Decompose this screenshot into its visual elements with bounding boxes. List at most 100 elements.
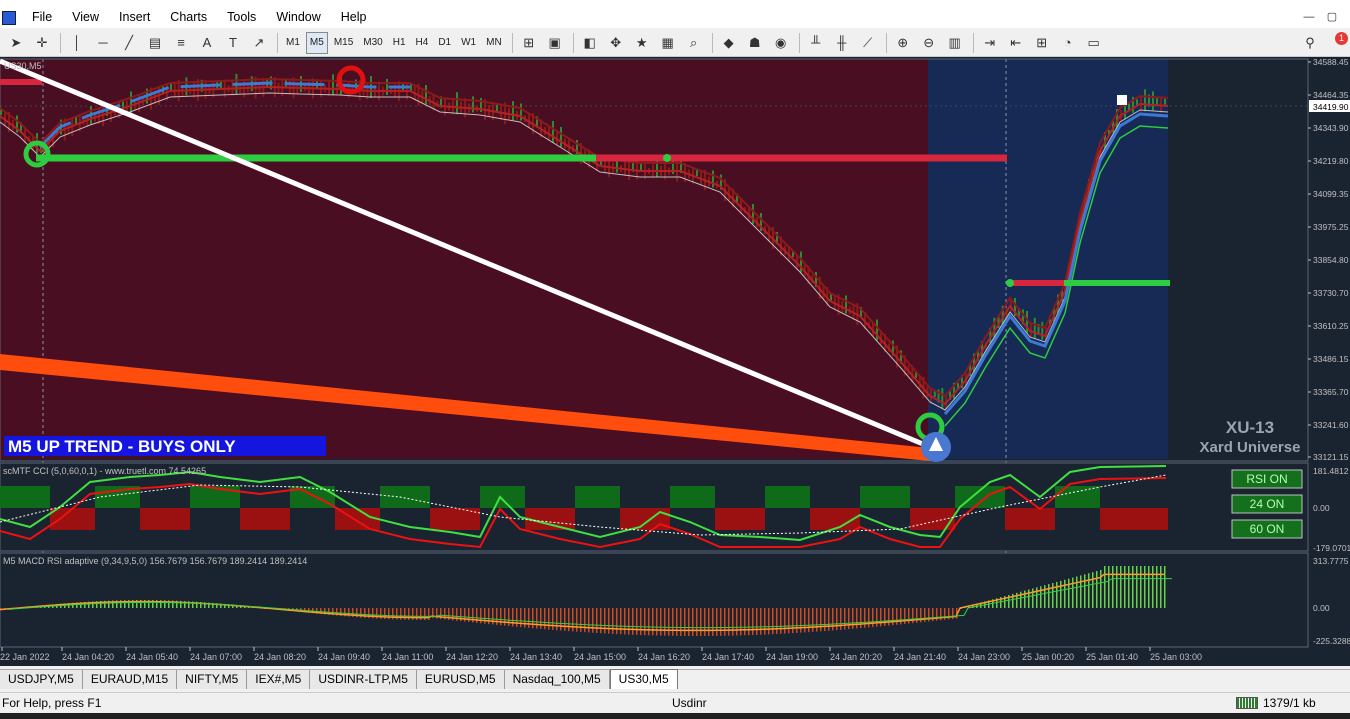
signals-icon[interactable]: ◉ [769, 32, 793, 54]
menu-file[interactable]: File [22, 7, 62, 28]
data-window-icon[interactable]: ▦ [656, 32, 680, 54]
connection-icon [1236, 697, 1258, 709]
macd-histogram-bar [792, 608, 794, 634]
favorites-icon[interactable]: ★ [630, 32, 654, 54]
periods-icon[interactable]: ◔ [1056, 32, 1080, 54]
macd-histogram-bar [828, 608, 830, 631]
tab-usdjpy[interactable]: USDJPY,M5 [0, 670, 83, 689]
candle [1041, 321, 1044, 340]
trendline-icon[interactable]: ╱ [117, 32, 141, 54]
macd-histogram-bar [888, 608, 890, 626]
cci-level-label: -179.0701 [1313, 543, 1350, 553]
new-order-icon[interactable]: ☗ [743, 32, 767, 54]
notifications-icon[interactable]: 1 [1324, 31, 1348, 54]
search-icon[interactable]: ⚲ [1298, 32, 1322, 54]
candle [512, 101, 514, 121]
macd-histogram-bar [916, 608, 918, 623]
indicators-icon[interactable]: ⊞ [1030, 32, 1054, 54]
cursor-icon[interactable]: ➤ [4, 32, 28, 54]
macd-histogram-bar [720, 608, 722, 636]
time-label: 24 Jan 17:40 [702, 652, 754, 662]
strategy-tester-icon[interactable]: ⌕ [682, 32, 706, 54]
cci-histogram-bar [1005, 508, 1055, 530]
vertical-line-icon[interactable]: │ [65, 32, 89, 54]
minimize-button[interactable]: — [1302, 10, 1316, 24]
candle [472, 96, 474, 113]
macd-histogram-bar [692, 608, 694, 636]
timeframe-w1[interactable]: W1 [457, 32, 480, 54]
timeframe-mn[interactable]: MN [482, 32, 506, 54]
tab-nasdaq[interactable]: Nasdaq_100,M5 [504, 670, 610, 689]
tab-iex[interactable]: IEX#,M5 [247, 670, 311, 689]
text-label-icon[interactable]: T [221, 32, 245, 54]
price-label: 33730.70 [1313, 288, 1349, 298]
price-label: 33975.25 [1313, 222, 1349, 232]
time-label: 24 Jan 16:20 [638, 652, 690, 662]
restore-button[interactable]: ▢ [1325, 10, 1339, 24]
auto-scroll-icon[interactable]: ⇥ [978, 32, 1002, 54]
tab-usdinr[interactable]: USDINR-LTP,M5 [310, 670, 417, 689]
cci-histogram-bar [860, 486, 910, 508]
macd-histogram-bar [908, 608, 910, 624]
chart-shift-icon[interactable]: ⇤ [1004, 32, 1028, 54]
timeframe-m5[interactable]: M5 [305, 31, 328, 54]
macd-histogram-bar [872, 608, 874, 628]
timeframe-d1[interactable]: D1 [434, 32, 455, 54]
profiles-icon[interactable]: ▣ [543, 32, 567, 54]
timeframe-m30[interactable]: M30 [359, 32, 386, 54]
macd-histogram-bar [1144, 566, 1146, 608]
zoom-in-icon[interactable]: ⊕ [891, 32, 915, 54]
navigator-icon[interactable]: ✥ [604, 32, 628, 54]
app-icon [2, 10, 16, 25]
chart-area[interactable]: US30,M5 M5 UP TREND - BUYS ONLY XU-13 Xard … [0, 57, 1350, 666]
macd-histogram-bar [672, 608, 674, 636]
fibonacci-icon[interactable]: ≡ [169, 32, 193, 54]
menu-charts[interactable]: Charts [160, 7, 217, 28]
timeframe-h1[interactable]: H1 [389, 32, 410, 54]
timeframe-h4[interactable]: H4 [412, 32, 433, 54]
macd-histogram-bar [1096, 571, 1098, 608]
crosshair-icon[interactable]: ✛ [30, 32, 54, 54]
templates-icon[interactable]: ▭ [1082, 32, 1106, 54]
time-label: 24 Jan 05:40 [126, 652, 178, 662]
channel-icon[interactable]: ▤ [143, 32, 167, 54]
tab-eurusd[interactable]: EURUSD,M5 [416, 670, 505, 689]
chart-canvas[interactable]: US30,M5 M5 UP TREND - BUYS ONLY XU-13 Xard … [0, 57, 1350, 666]
notification-badge: 1 [1335, 31, 1348, 45]
tab-us30[interactable]: US30,M5 [609, 669, 678, 689]
menu-tools[interactable]: Tools [217, 7, 266, 28]
timeframe-m1[interactable]: M1 [282, 32, 304, 54]
line-chart-icon[interactable]: ⟋ [856, 32, 880, 54]
time-label: 24 Jan 19:00 [766, 652, 818, 662]
macd-histogram-bar [748, 608, 750, 636]
macd-histogram-bar [744, 608, 746, 636]
menu-help[interactable]: Help [331, 7, 377, 28]
menu-view[interactable]: View [62, 7, 109, 28]
macd-histogram-bar [760, 608, 762, 635]
macd-histogram-bar [1156, 566, 1158, 608]
text-icon[interactable]: A [195, 32, 219, 54]
horizontal-line-icon[interactable]: ─ [91, 32, 115, 54]
trend-banner-text: M5 UP TREND - BUYS ONLY [8, 437, 236, 456]
timeframe-m15[interactable]: M15 [330, 32, 357, 54]
macd-histogram-bar [1124, 566, 1126, 608]
time-label: 24 Jan 08:20 [254, 652, 306, 662]
tile-windows-icon[interactable]: ▥ [943, 32, 967, 54]
menu-window[interactable]: Window [266, 7, 330, 28]
macd-histogram-bar [1120, 566, 1122, 608]
cci-histogram-bar [430, 508, 480, 530]
algo-trading-icon[interactable]: ◆ [717, 32, 741, 54]
macd-histogram-bar [728, 608, 730, 636]
tab-euraud[interactable]: EURAUD,M15 [82, 670, 178, 689]
market-watch-icon[interactable]: ◧ [578, 32, 602, 54]
candlestick-icon[interactable]: ╫ [830, 32, 854, 54]
tab-nifty[interactable]: NIFTY,M5 [177, 670, 248, 689]
candle [1164, 98, 1166, 105]
new-chart-icon[interactable]: ⊞ [517, 32, 541, 54]
zoom-out-icon[interactable]: ⊖ [917, 32, 941, 54]
macd-histogram-bar [512, 608, 514, 627]
macd-histogram-bar [864, 608, 866, 628]
bar-chart-icon[interactable]: ╨ [804, 32, 828, 54]
menu-insert[interactable]: Insert [109, 7, 160, 28]
arrow-shapes-icon[interactable]: ↗ [247, 32, 271, 54]
